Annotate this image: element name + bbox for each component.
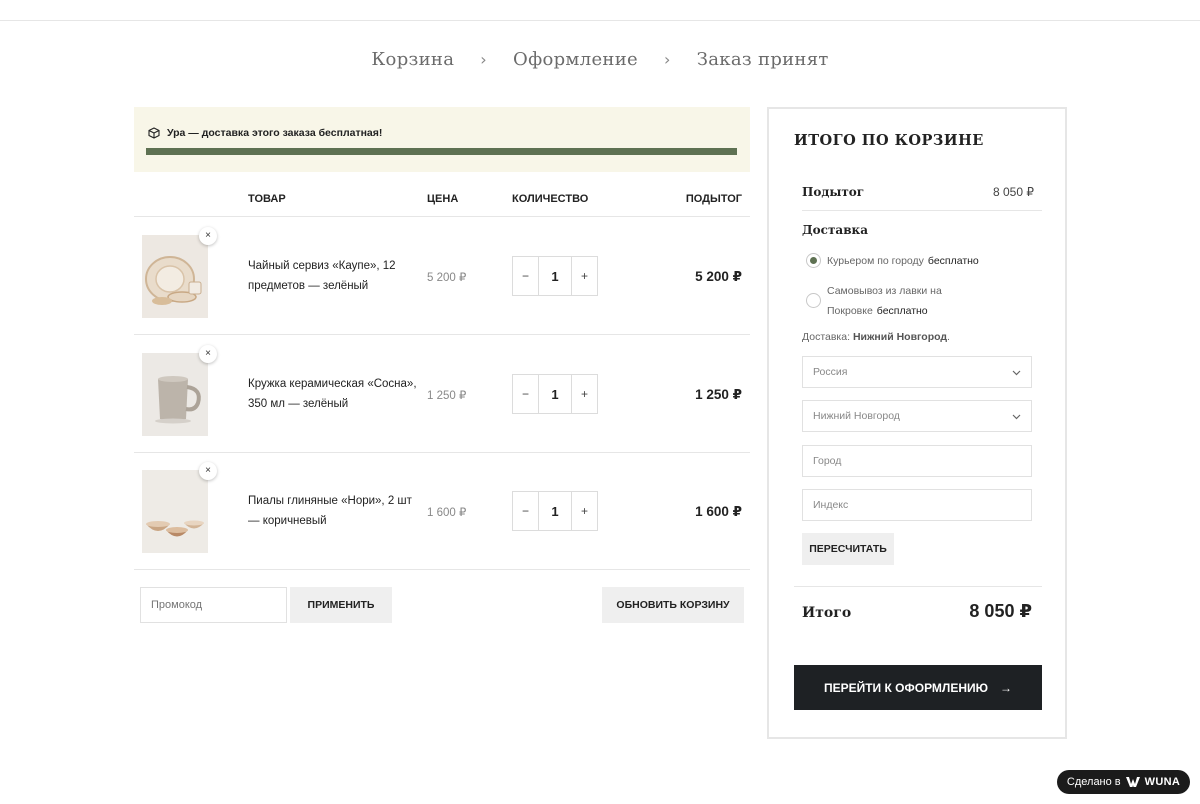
made-with-badge[interactable]: Сделано в WUNA	[1057, 770, 1190, 794]
col-subtotal: Подытог	[685, 193, 742, 205]
shipping-option-label: Самовывоз из лавки на	[827, 285, 942, 297]
cart-row: × Кружка керамическая «Сосна», 350 мл — …	[134, 336, 750, 453]
increase-qty-button[interactable]: +	[572, 375, 597, 413]
quantity-stepper: − 1 +	[512, 256, 598, 296]
quantity-input[interactable]: 1	[538, 492, 572, 530]
cart-row: × Чайный сервиз «Каупе», 12 предметов — …	[134, 218, 750, 335]
product-name[interactable]: Кружка керамическая «Сосна», 350 мл — зе…	[248, 374, 418, 414]
divider	[794, 586, 1042, 587]
destination-value: Нижний Новгород	[852, 331, 948, 343]
region-select[interactable]: Нижний Новгород	[802, 400, 1032, 432]
update-cart-button[interactable]: ОБНОВИТЬ КОРЗИНУ	[602, 587, 744, 623]
wuna-logo-icon	[1125, 777, 1140, 787]
shipping-option-price: бесплатно	[876, 305, 928, 317]
cart-totals: Итого по корзине Подытог 8 050 ₽ Доставк…	[767, 107, 1067, 739]
chevron-right-icon: ›	[480, 49, 487, 69]
shipping-title: Доставка	[802, 223, 868, 237]
country-value: Россия	[813, 366, 848, 378]
destination-prefix: Доставка:	[802, 331, 851, 343]
radio-selected[interactable]	[806, 253, 821, 268]
chevron-down-icon	[1012, 414, 1021, 420]
badge-prefix: Сделано в	[1066, 776, 1121, 788]
remove-item-button[interactable]: ×	[199, 345, 217, 363]
col-quantity: Количество	[512, 193, 589, 205]
country-select[interactable]: Россия	[802, 356, 1032, 388]
apply-coupon-button[interactable]: ПРИМЕНИТЬ	[290, 587, 392, 623]
product-image-tea-set[interactable]	[142, 235, 208, 318]
total-label: Итого	[802, 605, 852, 621]
city-field[interactable]: Город	[802, 445, 1032, 477]
checkout-steps: Корзина › Оформление › Заказ принят	[0, 48, 1200, 70]
shipping-option-price: бесплатно	[927, 255, 979, 267]
badge-brand: WUNA	[1144, 776, 1181, 788]
proceed-to-checkout-button[interactable]: Перейти к оформлению →	[794, 665, 1042, 710]
chevron-right-icon: ›	[664, 49, 671, 69]
decrease-qty-button[interactable]: −	[513, 375, 538, 413]
shipping-option-label-line2: Покровке	[827, 305, 873, 317]
arrow-right-icon: →	[1000, 680, 1013, 695]
free-shipping-progress	[146, 148, 737, 155]
cart-table-header: Товар Цена Количество Подытог	[134, 189, 750, 217]
step-checkout[interactable]: Оформление	[513, 49, 638, 70]
radio-unselected[interactable]	[806, 293, 821, 308]
quantity-input[interactable]: 1	[538, 375, 572, 413]
remove-item-button[interactable]: ×	[199, 462, 217, 480]
col-product: Товар	[248, 193, 286, 205]
header-divider	[0, 20, 1200, 21]
checkout-label: Перейти к оформлению	[823, 680, 989, 695]
increase-qty-button[interactable]: +	[572, 257, 597, 295]
destination-suffix: .	[947, 331, 950, 343]
cart-row: × Пиалы глиняные «Нори», 2 шт — коричнев…	[134, 453, 750, 570]
shipping-option-label: Курьером по городу	[827, 255, 924, 267]
product-subtotal: 1 600 ₽	[695, 504, 742, 519]
remove-item-button[interactable]: ×	[199, 227, 217, 245]
step-order-received: Заказ принят	[696, 48, 829, 70]
decrease-qty-button[interactable]: −	[513, 492, 538, 530]
subtotal-value: 8 050 ₽	[993, 185, 1034, 199]
free-shipping-text: Ура — доставка этого заказа бесплатная!	[167, 127, 383, 139]
quantity-stepper: − 1 +	[512, 491, 598, 531]
product-price: 5 200 ₽	[427, 272, 467, 284]
region-value: Нижний Новгород	[813, 410, 900, 422]
chevron-down-icon	[1012, 370, 1021, 376]
free-shipping-notice: Ура — доставка этого заказа бесплатная!	[134, 107, 750, 172]
increase-qty-button[interactable]: +	[572, 492, 597, 530]
product-name[interactable]: Чайный сервиз «Каупе», 12 предметов — зе…	[248, 256, 418, 296]
product-image-mug[interactable]	[142, 353, 208, 436]
subtotal-row: Подытог 8 050 ₽	[802, 175, 1042, 211]
subtotal-label: Подытог	[802, 185, 865, 199]
product-subtotal: 1 250 ₽	[695, 387, 742, 402]
coupon-input[interactable]	[140, 587, 287, 623]
quantity-input[interactable]: 1	[538, 257, 572, 295]
quantity-stepper: − 1 +	[512, 374, 598, 414]
zip-field[interactable]: Индекс	[802, 489, 1032, 521]
shipping-destination: Доставка: Нижний Новгород.	[802, 331, 950, 343]
total-value: 8 050 ₽	[969, 601, 1032, 621]
progress-fill	[146, 148, 737, 155]
cart-totals-title: Итого по корзине	[794, 132, 984, 149]
product-price: 1 250 ₽	[427, 390, 467, 402]
step-cart[interactable]: Корзина	[371, 49, 454, 70]
col-price: Цена	[427, 193, 459, 205]
recalculate-button[interactable]: ПЕРЕСЧИТАТЬ	[802, 533, 894, 565]
product-name[interactable]: Пиалы глиняные «Нори», 2 шт — коричневый	[248, 491, 418, 531]
product-image-bowls[interactable]	[142, 470, 208, 553]
product-price: 1 600 ₽	[427, 507, 467, 519]
decrease-qty-button[interactable]: −	[513, 257, 538, 295]
product-subtotal: 5 200 ₽	[695, 269, 742, 284]
box-icon	[148, 127, 160, 139]
